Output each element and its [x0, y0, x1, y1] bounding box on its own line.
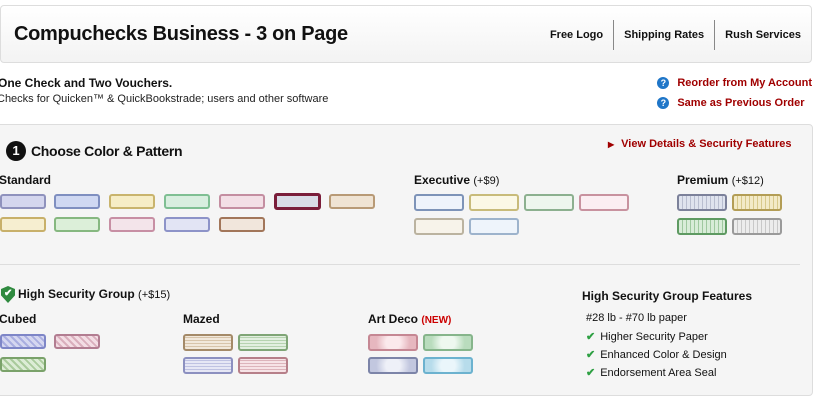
executive-name: Executive	[414, 173, 471, 187]
feature-item: ✔ Endorsement Area Seal	[586, 366, 716, 379]
pattern-swatch[interactable]	[732, 218, 782, 235]
page-header: Compuchecks Business - 3 on Page Free Lo…	[0, 5, 812, 63]
premium-group-label: Premium (+$12)	[677, 173, 764, 187]
free-logo-link[interactable]: Free Logo	[540, 20, 613, 50]
view-details-link[interactable]: ▶ View Details & Security Features	[608, 138, 792, 150]
pattern-swatch[interactable]	[238, 357, 288, 374]
pattern-swatch[interactable]	[0, 334, 46, 349]
art-deco-label: Art Deco (NEW)	[368, 312, 451, 326]
checkmark-icon: ✔	[586, 331, 596, 343]
art-deco-name: Art Deco	[368, 312, 419, 326]
pattern-swatch[interactable]	[54, 334, 100, 349]
header-links: Free Logo Shipping Rates Rush Services	[540, 20, 811, 50]
checkmark-icon: ✔	[586, 349, 596, 361]
reorder-account-label: Reorder from My Account	[677, 77, 812, 89]
help-icon: ?	[657, 97, 670, 109]
pattern-swatch[interactable]	[368, 334, 418, 351]
high-security-group-label: High Security Group (+$15)	[18, 287, 170, 301]
checkmark-icon: ✔	[4, 288, 13, 299]
reorder-account-link[interactable]: ? Reorder from My Account	[657, 73, 812, 93]
pattern-swatch[interactable]	[414, 218, 464, 235]
page-title: Compuchecks Business - 3 on Page	[14, 23, 348, 45]
product-compatibility: Checks for Quicken™ & QuickBookstrade; u…	[0, 93, 329, 105]
pattern-swatch[interactable]	[469, 194, 519, 211]
pattern-swatch[interactable]	[0, 194, 46, 209]
same-previous-order-label: Same as Previous Order	[677, 97, 805, 109]
paper-weight: #28 lb - #70 lb paper	[586, 312, 687, 324]
view-details-label: View Details & Security Features	[621, 138, 792, 150]
feature-label: Enhanced Color & Design	[600, 349, 727, 361]
premium-price: (+$12)	[731, 175, 764, 187]
high-security-price: (+$15)	[138, 289, 171, 301]
pattern-swatch[interactable]	[238, 334, 288, 351]
pattern-swatch[interactable]	[183, 357, 233, 374]
pattern-swatch[interactable]	[524, 194, 574, 211]
high-security-name: High Security Group	[18, 287, 135, 301]
feature-item: ✔ Higher Security Paper	[586, 330, 708, 343]
pattern-swatch[interactable]	[0, 357, 46, 372]
executive-group-label: Executive (+$9)	[414, 173, 499, 187]
pattern-swatch[interactable]	[469, 218, 519, 235]
checkmark-icon: ✔	[586, 367, 596, 379]
reorder-links: ? Reorder from My Account ? Same as Prev…	[657, 73, 812, 113]
pattern-swatch[interactable]	[109, 194, 155, 209]
pattern-swatch[interactable]	[732, 194, 782, 211]
section-divider	[0, 264, 800, 265]
pattern-swatch[interactable]	[183, 334, 233, 351]
pattern-swatch[interactable]	[54, 217, 100, 232]
pattern-swatch[interactable]	[164, 194, 210, 209]
pattern-swatch[interactable]	[414, 194, 464, 211]
mazed-label: Mazed	[183, 312, 220, 326]
standard-group-label: Standard	[0, 173, 51, 187]
pattern-swatch[interactable]	[219, 217, 265, 232]
pattern-swatch[interactable]	[54, 194, 100, 209]
executive-price: (+$9)	[473, 175, 500, 187]
help-icon: ?	[657, 77, 670, 89]
pattern-swatch[interactable]	[219, 194, 265, 209]
step-number-badge: 1	[6, 141, 26, 161]
pattern-swatch[interactable]	[677, 218, 727, 235]
arrow-right-icon: ▶	[608, 140, 615, 149]
pattern-swatch[interactable]	[423, 357, 473, 374]
feature-label: Endorsement Area Seal	[600, 367, 717, 379]
pattern-swatch[interactable]	[368, 357, 418, 374]
same-previous-order-link[interactable]: ? Same as Previous Order	[657, 93, 812, 113]
pattern-swatch[interactable]	[677, 194, 727, 211]
features-title: High Security Group Features	[582, 289, 753, 303]
product-description: One Check and Two Vouchers.	[0, 76, 173, 90]
pattern-swatch[interactable]	[0, 217, 46, 232]
cubed-label: Cubed	[0, 312, 37, 326]
step-title: Choose Color & Pattern	[31, 143, 183, 159]
pattern-swatch[interactable]	[164, 217, 210, 232]
pattern-swatch[interactable]	[423, 334, 473, 351]
new-badge: (NEW)	[421, 315, 452, 326]
pattern-swatch-selected[interactable]	[274, 193, 321, 210]
shipping-rates-link[interactable]: Shipping Rates	[614, 20, 714, 50]
standard-name: Standard	[0, 173, 52, 187]
pattern-swatch[interactable]	[329, 194, 375, 209]
premium-name: Premium	[677, 173, 729, 187]
pattern-swatch[interactable]	[579, 194, 629, 211]
feature-label: Higher Security Paper	[600, 331, 708, 343]
feature-item: ✔ Enhanced Color & Design	[586, 348, 727, 361]
rush-services-link[interactable]: Rush Services	[715, 20, 811, 50]
pattern-swatch[interactable]	[109, 217, 155, 232]
